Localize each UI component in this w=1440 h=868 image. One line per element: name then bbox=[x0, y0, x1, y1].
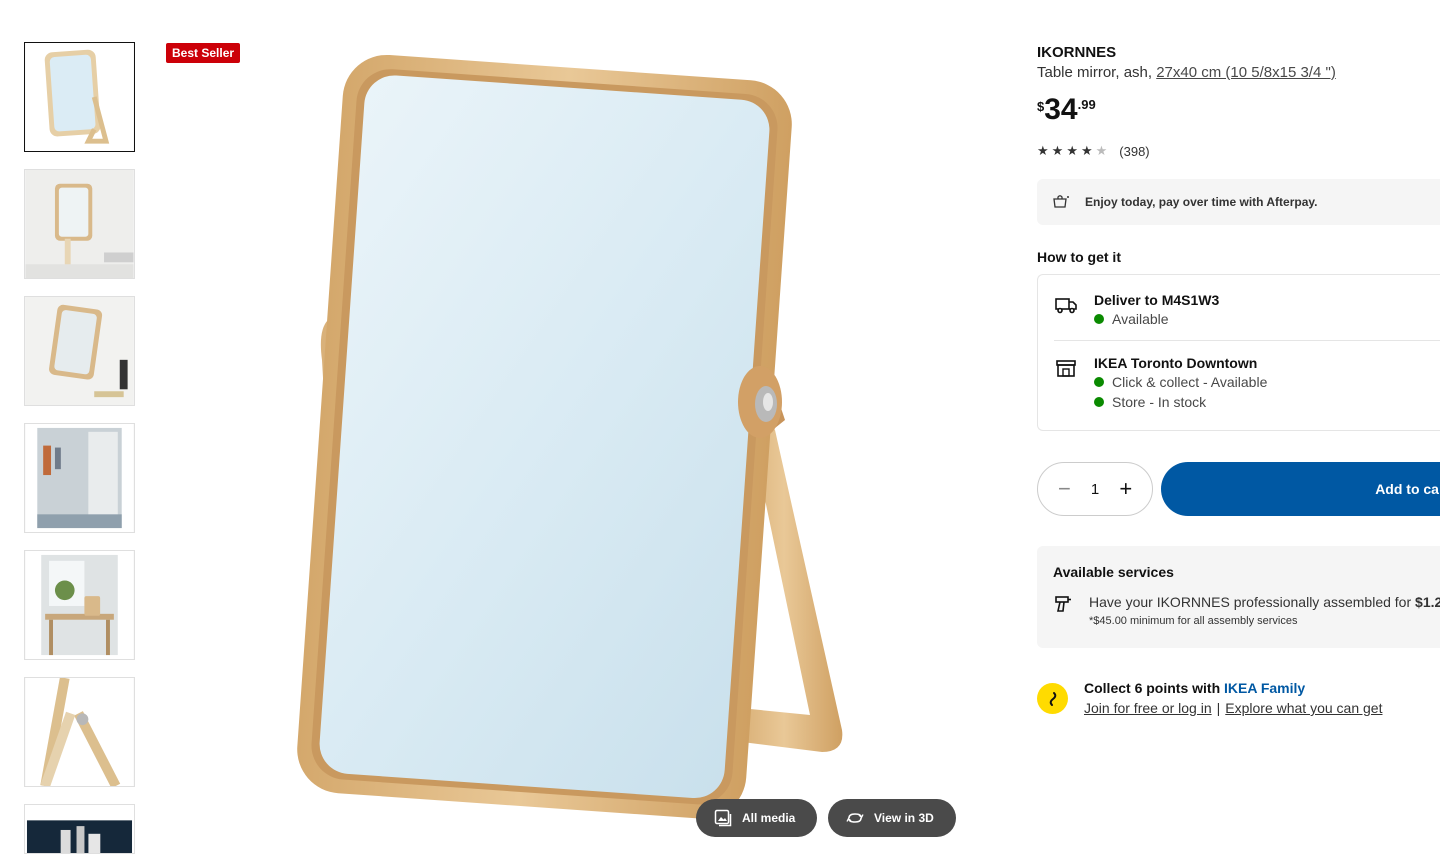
drill-icon bbox=[1053, 594, 1073, 614]
family-links: Join for free or log in | Explore what you… bbox=[1084, 700, 1382, 716]
family-title: Collect 6 points with IKEA Family bbox=[1084, 680, 1306, 696]
price-currency: $ bbox=[1037, 99, 1045, 114]
ikea-family-logo-icon bbox=[1037, 683, 1068, 714]
quantity-stepper: − 1 + bbox=[1037, 462, 1154, 516]
thumbnail-mirror-front[interactable] bbox=[24, 42, 135, 152]
afterpay-banner[interactable]: Enjoy today, pay over time with Afterpay… bbox=[1037, 179, 1440, 225]
add-to-cart-label: Add to ca bbox=[1375, 481, 1439, 497]
product-info-panel: IKORNNES Table mirror, ash, 27x40 cm (10… bbox=[1037, 40, 1440, 716]
product-name: IKORNNES bbox=[1037, 44, 1117, 61]
gallery-icon bbox=[714, 809, 732, 827]
product-size-link[interactable]: 27x40 cm (10 5/8x15 3/4 ") bbox=[1156, 64, 1336, 81]
product-description: Table mirror, ash, 27x40 cm (10 5/8x15 3… bbox=[1037, 64, 1440, 81]
how-to-get-heading: How to get it bbox=[1037, 249, 1121, 265]
delivery-option[interactable]: Deliver to M4S1W3 Available bbox=[1054, 292, 1219, 327]
rating-stars: ★ ★ ★ ★ ★ bbox=[1037, 143, 1107, 159]
explore-benefits-link[interactable]: Explore what you can get bbox=[1225, 700, 1382, 716]
rotate-3d-icon bbox=[846, 809, 864, 827]
view-3d-label: View in 3D bbox=[874, 811, 934, 825]
assembly-note: *$45.00 minimum for all assembly service… bbox=[1089, 615, 1298, 627]
best-seller-badge: Best Seller bbox=[166, 43, 241, 63]
thumbnail-mirror-on-shelf[interactable] bbox=[24, 169, 135, 279]
assembly-text: Have your IKORNNES professionally assemb… bbox=[1089, 594, 1440, 610]
star-icon: ★ bbox=[1080, 143, 1093, 158]
thumbnail-dark-shelf-scene[interactable] bbox=[24, 804, 135, 854]
afterpay-text: Enjoy today, pay over time with Afterpay… bbox=[1085, 195, 1318, 209]
assembly-price: $1.2 bbox=[1415, 594, 1440, 610]
status-in-stock-icon bbox=[1094, 397, 1104, 407]
star-icon: ★ bbox=[1066, 143, 1078, 158]
status-available-icon bbox=[1094, 377, 1104, 387]
rating-count: (398) bbox=[1119, 143, 1150, 159]
delivery-options: Deliver to M4S1W3 Available IKEA Toronto… bbox=[1037, 274, 1440, 431]
ikea-family-link[interactable]: IKEA Family bbox=[1224, 680, 1305, 696]
half-star-icon: ★ bbox=[1095, 143, 1108, 158]
delivery-status: Available bbox=[1094, 311, 1219, 327]
ikea-family-promo: Collect 6 points with IKEA Family Join f… bbox=[1037, 680, 1440, 716]
afterpay-icon bbox=[1051, 193, 1071, 212]
thumbnail-desk-room-scene[interactable] bbox=[24, 550, 135, 660]
available-services: Available services Have your IKORNNES pr… bbox=[1037, 546, 1440, 648]
star-icon: ★ bbox=[1037, 143, 1049, 158]
price-integer: 34 bbox=[1044, 93, 1078, 126]
truck-icon bbox=[1054, 294, 1078, 316]
purchase-row: − 1 + Add to ca bbox=[1037, 462, 1440, 516]
store-status-collect: Click & collect - Available bbox=[1094, 374, 1267, 390]
product-price: $ 34 .99 bbox=[1037, 95, 1440, 125]
services-heading: Available services bbox=[1053, 564, 1174, 580]
product-main-image[interactable] bbox=[270, 40, 890, 840]
star-icon: ★ bbox=[1051, 143, 1064, 158]
thumbnail-wall-hooks-room[interactable] bbox=[24, 423, 135, 533]
product-type: Table mirror, ash, bbox=[1037, 64, 1153, 81]
store-collect-text: Click & collect - Available bbox=[1112, 374, 1268, 390]
divider bbox=[1054, 340, 1440, 341]
price-decimal: .99 bbox=[1077, 97, 1096, 112]
all-media-label: All media bbox=[742, 811, 796, 825]
store-status-stock: Store - In stock bbox=[1094, 394, 1267, 410]
decrease-quantity-button[interactable]: − bbox=[1058, 478, 1071, 500]
view-3d-button[interactable]: View in 3D bbox=[828, 799, 956, 837]
store-stock-text: Store - In stock bbox=[1112, 394, 1207, 410]
store-icon bbox=[1054, 357, 1078, 379]
thumbnail-hinge-detail[interactable] bbox=[24, 677, 135, 787]
product-rating[interactable]: ★ ★ ★ ★ ★ (398) bbox=[1037, 143, 1440, 159]
thumbnail-mirror-with-decor[interactable] bbox=[24, 296, 135, 406]
delivery-status-text: Available bbox=[1112, 311, 1169, 327]
store-option[interactable]: IKEA Toronto Downtown Click & collect - … bbox=[1054, 355, 1267, 410]
add-to-cart-button[interactable]: Add to ca bbox=[1161, 462, 1440, 516]
delivery-title: Deliver to M4S1W3 bbox=[1094, 292, 1220, 308]
assembly-service[interactable]: Have your IKORNNES professionally assemb… bbox=[1053, 594, 1440, 627]
all-media-button[interactable]: All media bbox=[696, 799, 818, 837]
store-title: IKEA Toronto Downtown bbox=[1094, 355, 1258, 371]
status-available-icon bbox=[1094, 314, 1104, 324]
link-separator: | bbox=[1216, 700, 1221, 716]
join-login-link[interactable]: Join for free or log in bbox=[1084, 700, 1212, 716]
increase-quantity-button[interactable]: + bbox=[1119, 478, 1132, 500]
quantity-value[interactable]: 1 bbox=[1091, 481, 1099, 498]
